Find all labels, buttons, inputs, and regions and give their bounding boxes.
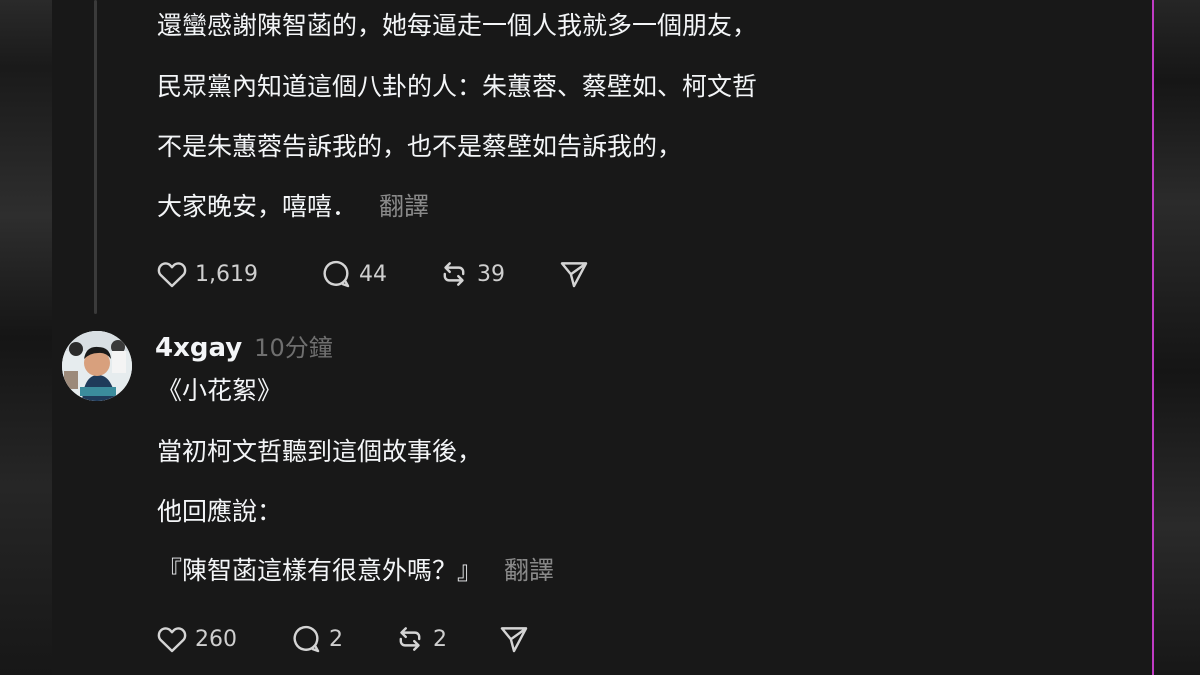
post1-action-bar: 1,619 44 39 [155,257,591,291]
post1-line-2: 民眾黨內知道這個八卦的人：朱蕙蓉、蔡壁如、柯文哲 [157,72,758,101]
post2-like-button[interactable]: 260 [155,622,289,656]
post2-translate-link[interactable]: 翻譯 [504,556,554,585]
post1-reply-button[interactable]: 44 [319,257,437,291]
post1-line-1: 還蠻感謝陳智菡的，她每逼走一個人我就多一個朋友， [157,11,758,40]
post2-reply-button[interactable]: 2 [289,622,393,656]
post2-header: 4xgay 10分鐘 [155,328,333,364]
post1-translate-link[interactable]: 翻譯 [379,192,429,221]
avatar[interactable] [62,331,132,401]
post1-last-line: 大家晚安，嘻嘻． 翻譯 [157,191,429,223]
post1-reply-count: 44 [359,261,387,287]
post2-like-count: 260 [195,626,237,652]
repost-icon [393,622,427,656]
avatar-image [62,331,132,401]
thread-connector-line [94,0,97,314]
post1-repost-button[interactable]: 39 [437,257,557,291]
post2-action-bar: 260 2 2 [155,622,531,656]
post1-like-count: 1,619 [195,261,258,287]
post2-repost-button[interactable]: 2 [393,622,497,656]
comment-icon [289,622,323,656]
username[interactable]: 4xgay [155,333,242,363]
post1-line-3: 不是朱蕙蓉告訴我的，也不是蔡壁如告訴我的， [157,132,683,161]
post2-reply-count: 2 [329,626,343,652]
post2-repost-count: 2 [433,626,447,652]
send-icon [557,257,591,291]
comment-icon [319,257,353,291]
send-icon [497,622,531,656]
screen: 還蠻感謝陳智菡的，她每逼走一個人我就多一個朋友， 民眾黨內知道這個八卦的人：朱蕙… [0,0,1200,675]
post1-line-4: 大家晚安，嘻嘻． [157,192,358,221]
post2-share-button[interactable] [497,622,531,656]
post2-last-line: 『陳智菡這樣有很意外嗎？』 翻譯 [157,555,554,587]
blurred-background-right [1154,0,1200,675]
post1-share-button[interactable] [557,257,591,291]
post1-repost-count: 39 [477,261,505,287]
heart-icon [155,257,189,291]
post2-line-2: 當初柯文哲聽到這個故事後， [157,437,483,466]
post1-like-button[interactable]: 1,619 [155,257,319,291]
timestamp: 10分鐘 [254,334,333,362]
post2-line-1: 《小花絮》 [157,376,283,405]
blurred-background-left [0,0,52,675]
post2-line-4: 『陳智菡這樣有很意外嗎？』 [157,556,483,585]
heart-icon [155,622,189,656]
post2-line-3: 他回應說： [157,497,283,526]
repost-icon [437,257,471,291]
